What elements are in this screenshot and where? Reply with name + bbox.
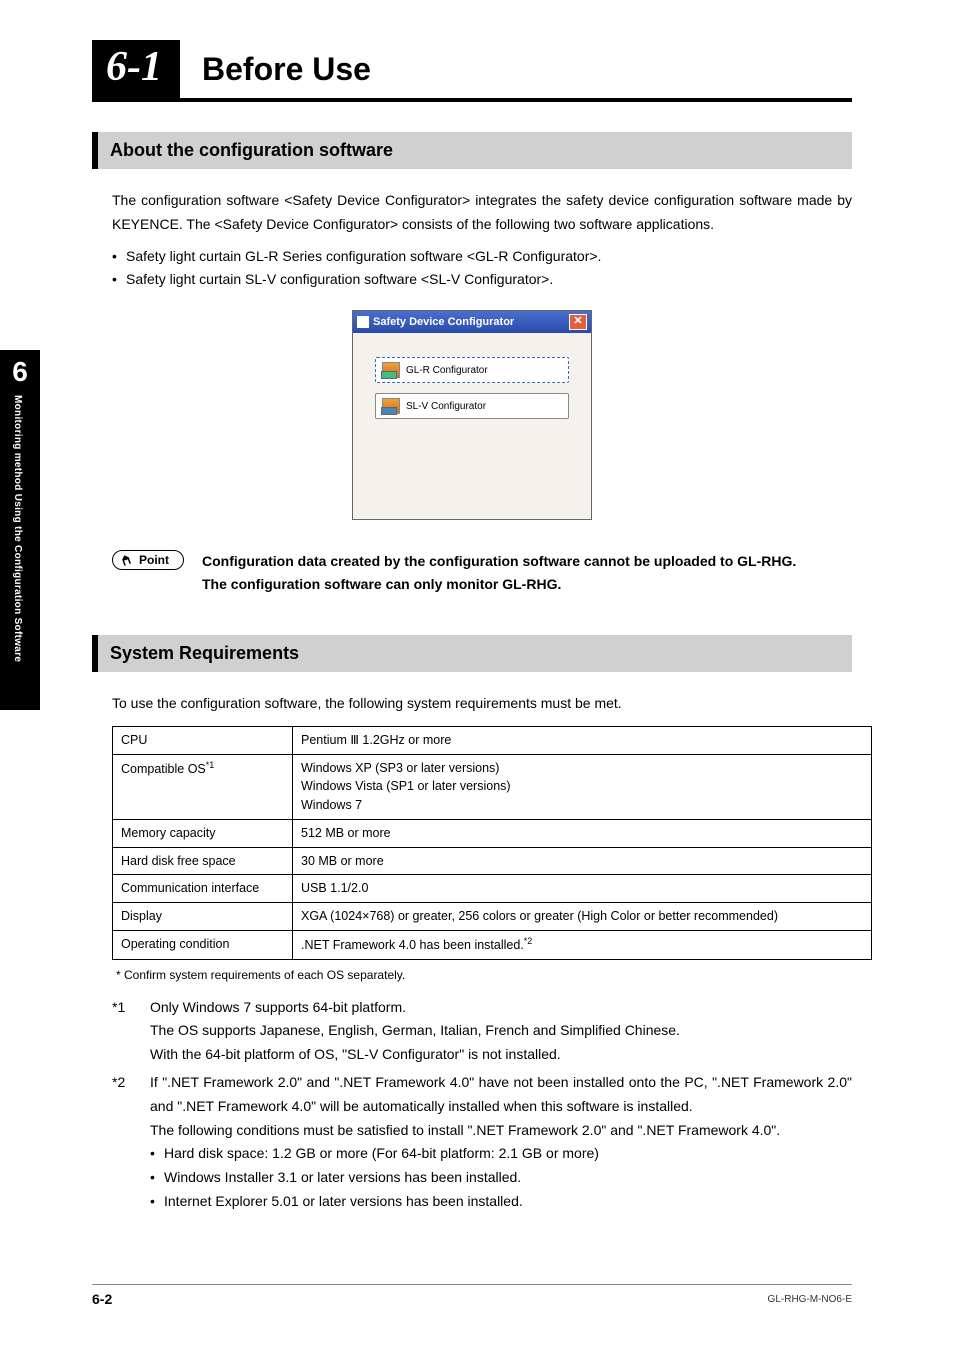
point-badge: Point [112,550,184,570]
section-number: 6-1 [92,40,180,98]
table-row: Compatible OS*1Windows XP (SP3 or later … [113,754,872,819]
list-item: Safety light curtain GL-R Series configu… [112,245,852,269]
glr-label: GL-R Configurator [406,365,488,376]
note-line: With the 64-bit platform of OS, "SL-V Co… [150,1043,852,1067]
table-row: DisplayXGA (1024×768) or greater, 256 co… [113,903,872,931]
req-value: 30 MB or more [293,847,872,875]
table-row: CPUPentium Ⅲ 1.2GHz or more [113,726,872,754]
req-key: Hard disk free space [113,847,293,875]
note-label: *2 [112,1071,138,1214]
note-bullets: Hard disk space: 1.2 GB or more (For 64-… [150,1142,852,1213]
subsection-about: About the configuration software [92,132,852,169]
note-line: If ".NET Framework 2.0" and ".NET Framew… [150,1071,852,1119]
req-key: CPU [113,726,293,754]
req-key: Communication interface [113,875,293,903]
window-body: GL-R Configurator SL-V Configurator [353,333,591,519]
point-callout: Point Configuration data created by the … [112,550,852,595]
note-body: If ".NET Framework 2.0" and ".NET Framew… [150,1071,852,1214]
list-item: Internet Explorer 5.01 or later versions… [150,1190,852,1214]
list-item: Hard disk space: 1.2 GB or more (For 64-… [150,1142,852,1166]
slv-configurator-button[interactable]: SL-V Configurator [375,393,569,419]
section-header: 6-1 Before Use [92,40,852,102]
table-row: Hard disk free space30 MB or more [113,847,872,875]
doc-id: GL-RHG-M-NO6-E [768,1294,852,1305]
point-line: Configuration data created by the config… [202,550,796,572]
table-row: Operating condition.NET Framework 4.0 ha… [113,930,872,959]
chapter-label: Monitoring method Using the Configuratio… [12,395,23,662]
note-line: Only Windows 7 supports 64-bit platform. [150,996,852,1020]
req-value: USB 1.1/2.0 [293,875,872,903]
req-key: Memory capacity [113,819,293,847]
point-line: The configuration software can only moni… [202,573,796,595]
window-titlebar: Safety Device Configurator ✕ [353,311,591,333]
window-title: Safety Device Configurator [373,316,514,328]
glr-icon [382,362,400,378]
chapter-tab: 6 Monitoring method Using the Configurat… [0,350,40,710]
req-key: Compatible OS*1 [113,754,293,819]
page-content: 6-1 Before Use About the configuration s… [92,40,852,1218]
note-label: *1 [112,996,138,1067]
req-key: Operating condition [113,930,293,959]
note-line: The following conditions must be satisfi… [150,1119,852,1143]
footnotes: *1 Only Windows 7 supports 64-bit platfo… [112,996,852,1214]
req-value: Windows XP (SP3 or later versions)Window… [293,754,872,819]
table-row: Communication interfaceUSB 1.1/2.0 [113,875,872,903]
app-icon [357,316,369,328]
table-footnote: * Confirm system requirements of each OS… [116,966,852,984]
requirements-intro: To use the configuration software, the f… [112,692,852,716]
req-value: Pentium Ⅲ 1.2GHz or more [293,726,872,754]
configurator-window: Safety Device Configurator ✕ GL-R Config… [352,310,592,520]
note-body: Only Windows 7 supports 64-bit platform.… [150,996,852,1067]
close-icon[interactable]: ✕ [569,314,587,330]
section-title: Before Use [202,51,371,88]
note-line: The OS supports Japanese, English, Germa… [150,1019,852,1043]
table-row: Memory capacity512 MB or more [113,819,872,847]
page-footer: 6-2 GL-RHG-M-NO6-E [92,1284,852,1307]
software-list: Safety light curtain GL-R Series configu… [112,245,852,293]
chapter-number: 6 [0,356,40,388]
requirements-table: CPUPentium Ⅲ 1.2GHz or moreCompatible OS… [112,726,872,960]
page-number: 6-2 [92,1291,112,1307]
subsection-requirements: System Requirements [92,635,852,672]
slv-label: SL-V Configurator [406,401,486,412]
about-paragraph: The configuration software <Safety Devic… [112,189,852,237]
req-value: XGA (1024×768) or greater, 256 colors or… [293,903,872,931]
req-value: 512 MB or more [293,819,872,847]
list-item: Safety light curtain SL-V configuration … [112,268,852,292]
req-value: .NET Framework 4.0 has been installed.*2 [293,930,872,959]
list-item: Windows Installer 3.1 or later versions … [150,1166,852,1190]
point-text: Configuration data created by the config… [202,550,796,595]
req-key: Display [113,903,293,931]
glr-configurator-button[interactable]: GL-R Configurator [375,357,569,383]
slv-icon [382,398,400,414]
